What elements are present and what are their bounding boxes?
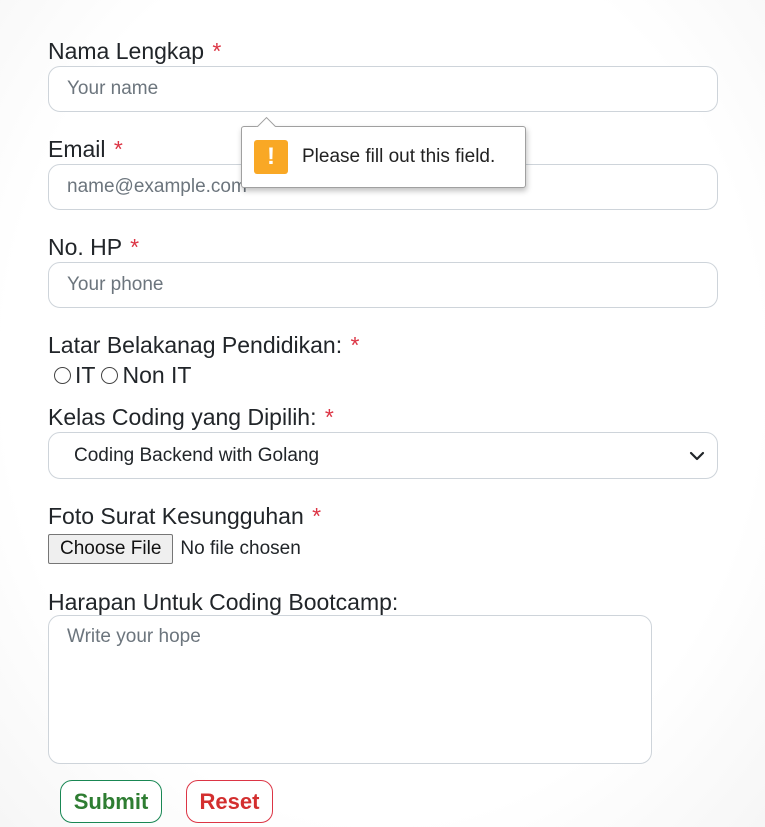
required-marker: * bbox=[113, 136, 123, 162]
validation-tooltip: ! Please fill out this field. bbox=[241, 126, 526, 188]
required-marker: * bbox=[130, 234, 140, 260]
education-label: Latar Belakanag Pendidikan: * bbox=[48, 332, 359, 358]
radio-non-it[interactable] bbox=[101, 366, 119, 384]
phone-label-text: No. HP bbox=[48, 234, 122, 260]
hope-label: Harapan Untuk Coding Bootcamp: bbox=[48, 589, 398, 615]
chevron-down-icon bbox=[689, 451, 705, 460]
submit-button[interactable]: Submit bbox=[60, 780, 162, 823]
course-label: Kelas Coding yang Dipilih: * bbox=[48, 404, 334, 430]
registration-form: Nama Lengkap * Email * No. HP * Latar Be… bbox=[0, 0, 765, 827]
phone-label: No. HP * bbox=[48, 234, 139, 260]
reset-button[interactable]: Reset bbox=[186, 780, 273, 823]
course-label-text: Kelas Coding yang Dipilih: bbox=[48, 404, 317, 430]
photo-label: Foto Surat Kesungguhan * bbox=[48, 503, 321, 529]
tooltip-message: Please fill out this field. bbox=[302, 146, 496, 167]
radio-it[interactable] bbox=[54, 366, 71, 384]
choose-file-button[interactable]: Choose File bbox=[48, 534, 174, 564]
email-label-text: Email bbox=[48, 136, 106, 162]
phone-input[interactable] bbox=[48, 262, 718, 308]
education-label-text: Latar Belakanag Pendidikan: bbox=[48, 332, 343, 358]
photo-label-text: Foto Surat Kesungguhan bbox=[48, 503, 304, 529]
course-select[interactable]: Coding Backend with Golang bbox=[48, 432, 718, 479]
hope-textarea[interactable] bbox=[48, 615, 652, 764]
hope-label-text: Harapan Untuk Coding Bootcamp: bbox=[48, 589, 399, 615]
radio-non-it-label[interactable]: Non IT bbox=[122, 362, 191, 389]
course-select-value: Coding Backend with Golang bbox=[74, 444, 320, 466]
required-marker: * bbox=[350, 332, 360, 358]
name-label-text: Nama Lengkap bbox=[48, 38, 204, 64]
exclamation-warning-icon: ! bbox=[254, 140, 288, 174]
radio-it-label[interactable]: IT bbox=[75, 362, 95, 389]
required-marker: * bbox=[312, 503, 322, 529]
email-label: Email * bbox=[48, 136, 123, 162]
education-radio-group: IT Non IT bbox=[54, 362, 197, 388]
name-label: Nama Lengkap * bbox=[48, 38, 221, 64]
file-upload: Choose File No file chosen bbox=[48, 534, 301, 564]
required-marker: * bbox=[212, 38, 222, 64]
required-marker: * bbox=[324, 404, 334, 430]
file-status: No file chosen bbox=[180, 538, 301, 559]
tooltip-arrow bbox=[256, 116, 276, 127]
name-input[interactable] bbox=[48, 66, 718, 112]
